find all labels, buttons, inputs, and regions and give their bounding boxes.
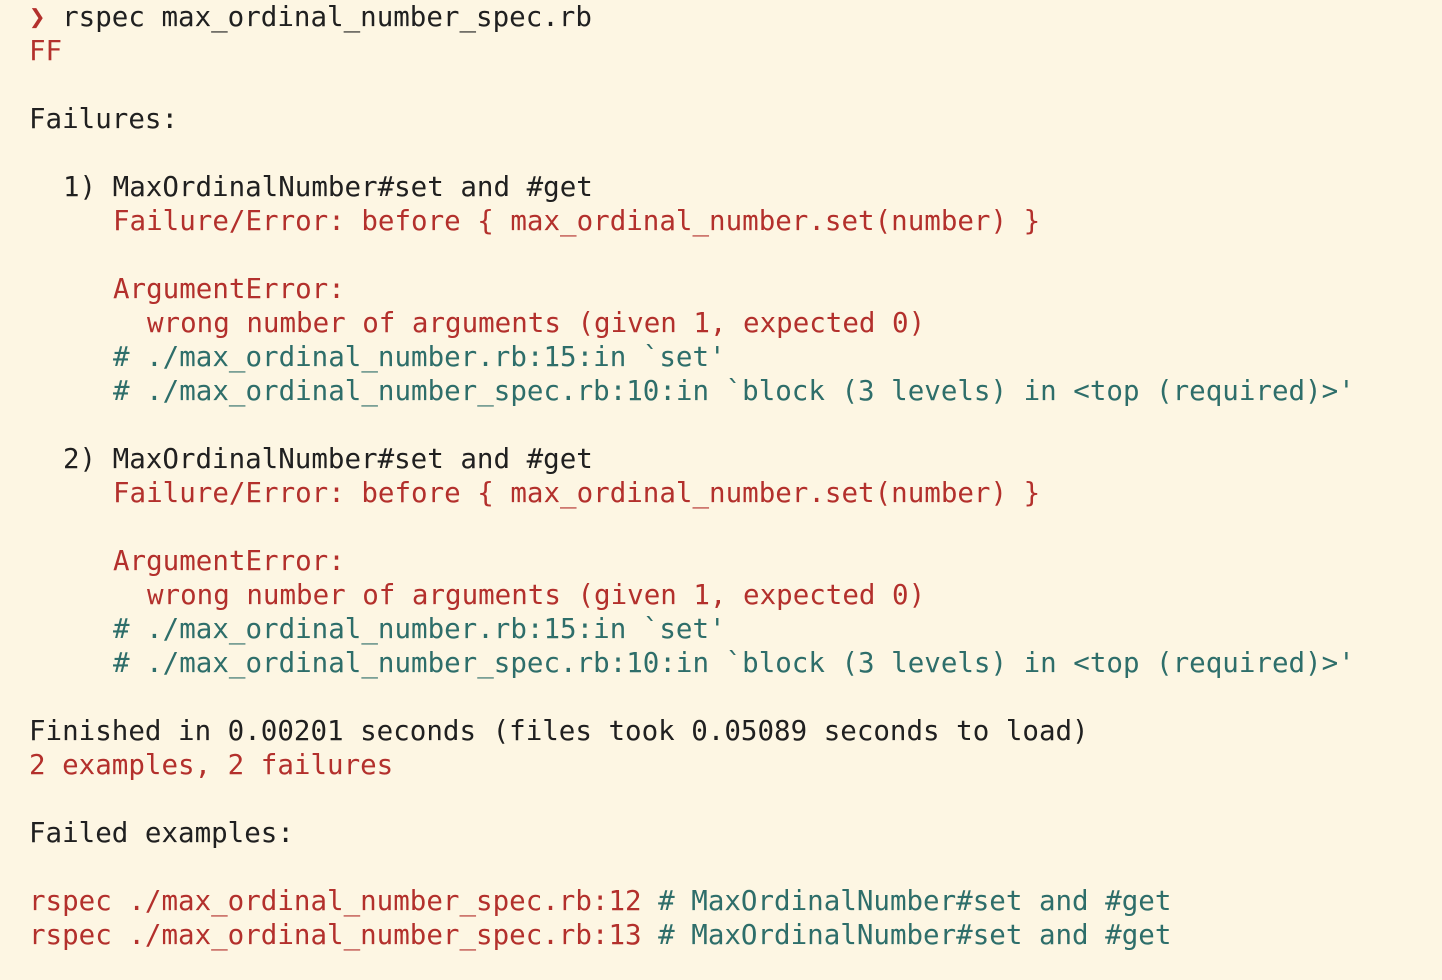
command-line: ❯ rspec max_ordinal_number_spec.rb [29, 0, 1442, 34]
summary-line: 2 examples, 2 failures [29, 749, 394, 781]
failures-heading: Failures: [29, 103, 179, 135]
failed-examples-heading: Failed examples: [29, 817, 294, 849]
backtrace-line: # ./max_ordinal_number_spec.rb:10:in `bl… [113, 647, 1355, 679]
failure-header: 1) MaxOrdinalNumber#set and #get [63, 171, 593, 203]
finished-time: Finished in 0.00201 seconds (files took … [29, 715, 1089, 747]
error-class: ArgumentError: [113, 273, 345, 305]
failed-example-row: rspec ./max_ordinal_number_spec.rb:12 # … [29, 884, 1442, 918]
failure-error-line: Failure/Error: before { max_ordinal_numb… [113, 477, 1041, 509]
prompt-chevron-icon: ❯ [29, 1, 46, 33]
error-message: wrong number of arguments (given 1, expe… [147, 579, 926, 611]
error-class: ArgumentError: [113, 545, 345, 577]
failed-example-row: rspec ./max_ordinal_number_spec.rb:13 # … [29, 918, 1442, 952]
terminal-window[interactable]: ❯ rspec max_ordinal_number_spec.rb FF Fa… [0, 0, 1442, 980]
command-text: rspec max_ordinal_number_spec.rb [45, 1, 592, 33]
rerun-comment: # MaxOrdinalNumber#set and #get [641, 919, 1172, 951]
failure-error-line: Failure/Error: before { max_ordinal_numb… [113, 205, 1041, 237]
backtrace-line: # ./max_ordinal_number.rb:15:in `set' [113, 613, 726, 645]
failure-header: 2) MaxOrdinalNumber#set and #get [63, 443, 593, 475]
rerun-command: rspec ./max_ordinal_number_spec.rb:13 [29, 919, 642, 951]
backtrace-line: # ./max_ordinal_number.rb:15:in `set' [113, 341, 726, 373]
progress-output: FF [29, 35, 63, 67]
rerun-command: rspec ./max_ordinal_number_spec.rb:12 [29, 885, 642, 917]
backtrace-line: # ./max_ordinal_number_spec.rb:10:in `bl… [113, 375, 1355, 407]
error-message: wrong number of arguments (given 1, expe… [147, 307, 926, 339]
rerun-comment: # MaxOrdinalNumber#set and #get [641, 885, 1172, 917]
